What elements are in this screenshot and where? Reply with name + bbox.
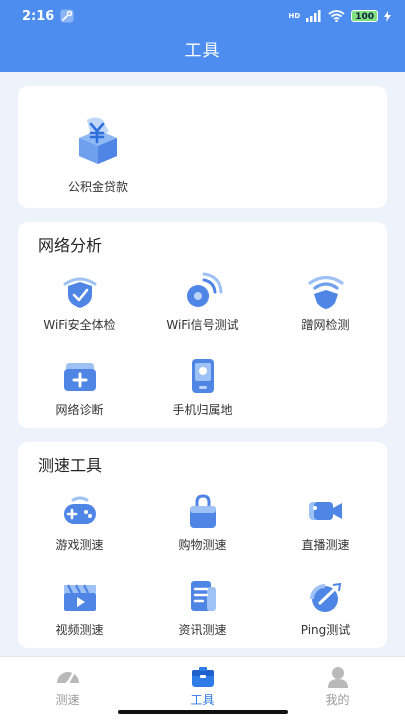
speed-tools-title: 测速工具 [38, 456, 103, 475]
live-stream-speed-label: 直播测速 [301, 538, 350, 552]
freeloader-detection-label: 蹭网检测 [301, 318, 350, 332]
network-analysis-title: 网络分析 [38, 236, 103, 255]
speed-tools-card: 测速工具 游戏测速 购物测速 直播测速 视频测速 资讯测速 Ping测试 [18, 442, 387, 648]
video-camera-icon [308, 502, 342, 520]
nav-speed-test-label: 测速 [55, 693, 80, 707]
video-speed-label: 视频测速 [55, 623, 104, 637]
wifi-security-check-tool[interactable]: WiFi安全体检 [18, 270, 141, 333]
user-icon [327, 667, 348, 688]
speedometer-icon [56, 672, 79, 685]
phone-location-label: 手机归属地 [172, 403, 233, 417]
wifi-signal-test-label: WiFi信号测试 [166, 318, 239, 332]
nav-item-tools[interactable]: 工具 [135, 665, 270, 708]
provident-fund-icon [79, 117, 117, 164]
toolbox-icon [191, 667, 214, 687]
wifi-signal-test-tool[interactable]: WiFi信号测试 [141, 270, 264, 333]
news-icon [190, 581, 216, 611]
game-speed-tool[interactable]: 游戏测速 [18, 490, 141, 553]
shopping-bag-icon [189, 494, 216, 528]
nav-item-speed-test[interactable]: 测速 [0, 665, 135, 708]
ping-test-tool[interactable]: Ping测试 [264, 575, 387, 638]
network-diagnosis-label: 网络诊断 [55, 403, 104, 417]
game-speed-label: 游戏测速 [55, 538, 104, 552]
live-stream-speed-tool[interactable]: 直播测速 [264, 490, 387, 553]
loan-card: 公积金贷款 [18, 86, 387, 208]
wifi-shield-icon [63, 277, 96, 308]
nav-mine-label: 我的 [325, 693, 350, 707]
status-left: 2:16 [22, 9, 74, 24]
nav-item-mine[interactable]: 我的 [270, 665, 405, 708]
wifi-freeloader-icon [307, 275, 344, 309]
status-bar: 2:16 HD 100 [0, 0, 405, 32]
signal-icon [306, 10, 321, 22]
phone-location-icon [191, 359, 214, 393]
shopping-speed-tool[interactable]: 购物测速 [141, 490, 264, 553]
network-diagnosis-tool[interactable]: 网络诊断 [18, 355, 141, 418]
gamepad-icon [63, 496, 96, 524]
nav-tools-label: 工具 [190, 693, 215, 707]
news-speed-tool[interactable]: 资讯测速 [141, 575, 264, 638]
page-title: 工具 [184, 41, 221, 61]
status-right: HD 100 [289, 10, 391, 22]
charging-icon [384, 10, 391, 22]
wifi-signal-icon [186, 272, 222, 307]
ping-test-label: Ping测试 [300, 623, 351, 637]
status-time: 2:16 [22, 8, 55, 24]
phone-location-tool[interactable]: 手机归属地 [141, 355, 264, 418]
shopping-speed-label: 购物测速 [178, 538, 227, 552]
wifi-security-check-label: WiFi安全体检 [43, 318, 116, 332]
network-type-label: HD [288, 12, 301, 20]
freeloader-detection-tool[interactable]: 蹭网检测 [264, 270, 387, 333]
medical-kit-icon [63, 363, 96, 391]
battery-indicator: 100 [351, 10, 378, 22]
ping-gauge-icon [309, 582, 341, 612]
news-speed-label: 资讯测速 [178, 623, 227, 637]
provident-fund-loan-label: 公积金贷款 [67, 180, 128, 194]
video-speed-tool[interactable]: 视频测速 [18, 575, 141, 638]
clapperboard-icon [63, 584, 96, 611]
network-analysis-card: 网络分析 WiFi安全体检 WiFi信号测试 蹭网检测 网络诊断 手机归属地 [18, 222, 387, 428]
provident-fund-loan-tool[interactable]: 公积金贷款 [28, 112, 168, 195]
home-indicator[interactable] [118, 710, 288, 714]
wrench-icon [60, 9, 74, 23]
wifi-icon [328, 10, 345, 22]
app-header: 2:16 HD 100 工具 [0, 0, 405, 72]
